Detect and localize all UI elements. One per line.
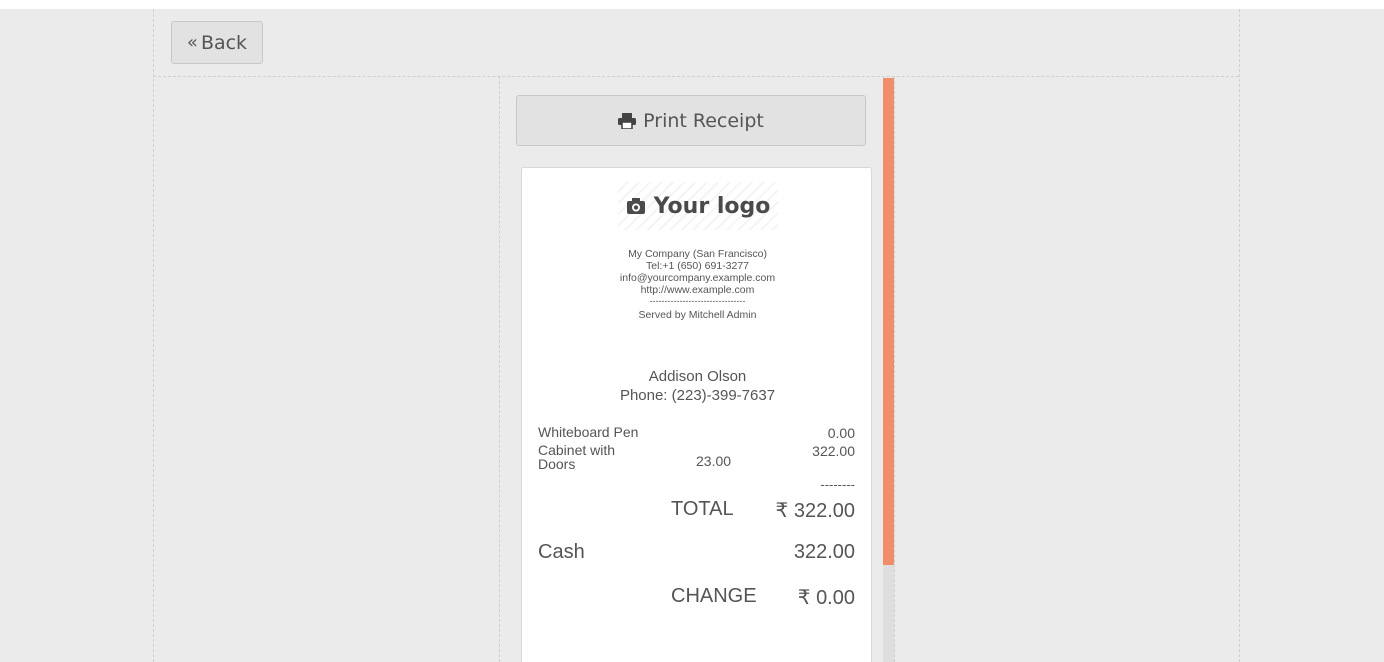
layout-guide — [894, 76, 895, 662]
customer-phone: Phone: (223)-399-7637 — [619, 387, 776, 404]
layout-guide — [153, 76, 1239, 77]
order-line-price: 0.00 — [827, 425, 855, 441]
order-line-qty: 23.00 — [696, 453, 732, 469]
order-line-product: Cabinet with Doors — [538, 442, 616, 472]
totals-separator: -------- — [820, 477, 855, 492]
logo-text: Your logo — [653, 193, 771, 219]
double-chevron-left-icon: « — [186, 32, 198, 53]
company-website: http://www.example.com — [640, 284, 755, 296]
change-label: CHANGE — [671, 585, 757, 607]
payment-method: Cash — [538, 541, 585, 563]
company-logo: Your logo — [618, 182, 778, 230]
total-label: TOTAL — [671, 498, 734, 520]
back-button-label: Back — [200, 31, 248, 54]
customer-name: Addison Olson — [648, 368, 747, 385]
company-info: My Company (San Francisco) Tel:+1 (650) … — [522, 248, 873, 321]
scrollbar-thumb[interactable] — [883, 78, 894, 565]
payment-amount: 322.00 — [793, 541, 855, 563]
total-value: ₹ 322.00 — [775, 500, 855, 522]
top-strip — [0, 0, 1384, 9]
order-line-product: Whiteboard Pen — [538, 424, 639, 440]
customer-info: Addison Olson Phone: (223)-399-7637 — [522, 367, 873, 405]
back-button[interactable]: « Back — [171, 21, 263, 64]
layout-guide — [153, 9, 154, 662]
company-email: info@yourcompany.example.com — [619, 272, 776, 284]
print-receipt-button[interactable]: Print Receipt — [516, 95, 866, 146]
printer-icon — [618, 112, 637, 129]
company-divider: -------------------------------- — [649, 296, 746, 306]
print-receipt-label: Print Receipt — [643, 109, 764, 132]
camera-icon — [626, 198, 645, 214]
order-line-price: 322.00 — [812, 443, 855, 459]
company-name: My Company (San Francisco) — [628, 248, 767, 260]
change-value: ₹ 0.00 — [797, 587, 855, 609]
layout-guide — [1239, 9, 1240, 662]
company-tel: Tel:+1 (650) 691-3277 — [645, 260, 750, 272]
receipt: Your logo My Company (San Francisco) Tel… — [521, 167, 872, 662]
layout-guide — [499, 76, 500, 662]
served-by: Served by Mitchell Admin — [638, 309, 757, 321]
